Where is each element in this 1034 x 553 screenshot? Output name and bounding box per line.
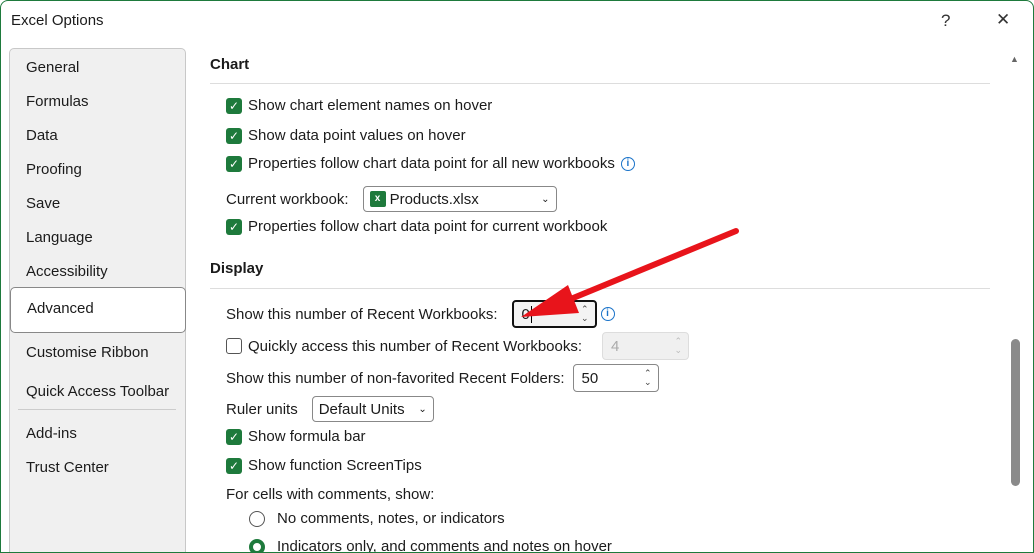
red-arrow-annotation (521, 228, 739, 317)
excel-options-dialog: Excel Options ? ✕ General Formulas Data … (0, 0, 1034, 553)
